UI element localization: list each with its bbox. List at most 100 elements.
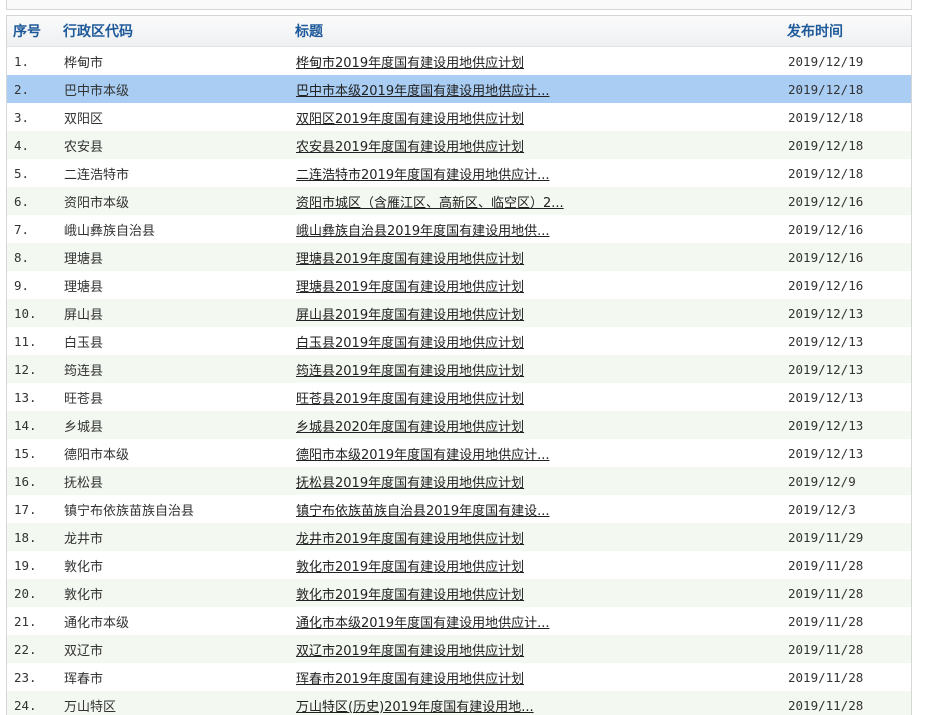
table-row[interactable]: 9. 理塘县 理塘县2019年度国有建设用地供应计划 2019/12/16 bbox=[7, 271, 911, 299]
row-date: 2019/12/18 bbox=[788, 165, 864, 181]
row-region: 敦化市 bbox=[64, 559, 104, 575]
table-row[interactable]: 19. 敦化市 敦化市2019年度国有建设用地供应计划 2019/11/28 bbox=[7, 551, 911, 579]
column-header-index[interactable]: 序号 bbox=[7, 21, 57, 41]
row-region: 通化市本级 bbox=[64, 615, 130, 631]
table-row[interactable]: 15. 德阳市本级 德阳市本级2019年度国有建设用地供应计... 2019/12/1… bbox=[7, 439, 911, 467]
row-title-link[interactable]: 万山特区(历史)2019年度国有建设用地... bbox=[296, 700, 534, 715]
table-row[interactable]: 17. 镇宁布依族苗族自治县 镇宁布依族苗族自治县2019年度国有建设... 2019… bbox=[7, 495, 911, 523]
row-region: 资阳市本级 bbox=[64, 195, 130, 211]
row-index: 10. bbox=[14, 305, 37, 321]
row-title-link[interactable]: 桦甸市2019年度国有建设用地供应计划 bbox=[296, 56, 524, 71]
row-title-link[interactable]: 敦化市2019年度国有建设用地供应计划 bbox=[296, 560, 524, 575]
row-title-link[interactable]: 筠连县2019年度国有建设用地供应计划 bbox=[296, 364, 524, 379]
row-region: 理塘县 bbox=[64, 279, 104, 295]
row-index: 6. bbox=[14, 193, 30, 209]
table-row[interactable]: 6. 资阳市本级 资阳市城区（含雁江区、高新区、临空区）2... 2019/12/16 bbox=[7, 187, 911, 215]
row-date: 2019/11/28 bbox=[788, 669, 864, 685]
table-row[interactable]: 23. 珲春市 珲春市2019年度国有建设用地供应计划 2019/11/28 bbox=[7, 663, 911, 691]
row-title-link[interactable]: 旺苍县2019年度国有建设用地供应计划 bbox=[296, 392, 524, 407]
row-title-link[interactable]: 白玉县2019年度国有建设用地供应计划 bbox=[296, 336, 524, 351]
row-title-cell: 双辽市2019年度国有建设用地供应计划 bbox=[289, 640, 781, 659]
row-title-link[interactable]: 巴中市本级2019年度国有建设用地供应计... bbox=[296, 84, 549, 99]
row-index: 3. bbox=[14, 109, 30, 125]
row-index: 9. bbox=[14, 277, 30, 293]
table-row[interactable]: 22. 双辽市 双辽市2019年度国有建设用地供应计划 2019/11/28 bbox=[7, 635, 911, 663]
row-index: 14. bbox=[14, 417, 37, 433]
column-header-title[interactable]: 标题 bbox=[289, 21, 781, 41]
table-row[interactable]: 20. 敦化市 敦化市2019年度国有建设用地供应计划 2019/11/28 bbox=[7, 579, 911, 607]
row-title-link[interactable]: 抚松县2019年度国有建设用地供应计划 bbox=[296, 476, 524, 491]
row-date: 2019/12/16 bbox=[788, 277, 864, 293]
row-date: 2019/12/18 bbox=[788, 109, 864, 125]
row-index: 24. bbox=[14, 697, 37, 713]
table-row[interactable]: 4. 农安县 农安县2019年度国有建设用地供应计划 2019/12/18 bbox=[7, 131, 911, 159]
row-title-link[interactable]: 双阳区2019年度国有建设用地供应计划 bbox=[296, 112, 524, 127]
column-header-region[interactable]: 行政区代码 bbox=[57, 21, 289, 41]
table-row[interactable]: 14. 乡城县 乡城县2020年度国有建设用地供应计划 2019/12/13 bbox=[7, 411, 911, 439]
column-header-date[interactable]: 发布时间 bbox=[781, 21, 911, 41]
row-title-cell: 乡城县2020年度国有建设用地供应计划 bbox=[289, 416, 781, 435]
row-title-link[interactable]: 屏山县2019年度国有建设用地供应计划 bbox=[296, 308, 524, 323]
table-row[interactable]: 18. 龙井市 龙井市2019年度国有建设用地供应计划 2019/11/29 bbox=[7, 523, 911, 551]
table-row[interactable]: 7. 峨山彝族自治县 峨山彝族自治县2019年度国有建设用地供... 2019/12/… bbox=[7, 215, 911, 243]
row-date: 2019/12/9 bbox=[788, 473, 856, 489]
row-index: 7. bbox=[14, 221, 30, 237]
table-row[interactable]: 1. 桦甸市 桦甸市2019年度国有建设用地供应计划 2019/12/19 bbox=[7, 47, 911, 75]
row-index: 13. bbox=[14, 389, 37, 405]
row-title-cell: 双阳区2019年度国有建设用地供应计划 bbox=[289, 108, 781, 127]
row-index: 23. bbox=[14, 669, 37, 685]
row-region: 抚松县 bbox=[64, 475, 104, 491]
row-date: 2019/12/18 bbox=[788, 81, 864, 97]
row-title-link[interactable]: 双辽市2019年度国有建设用地供应计划 bbox=[296, 644, 524, 659]
table-row[interactable]: 21. 通化市本级 通化市本级2019年度国有建设用地供应计... 2019/11/2… bbox=[7, 607, 911, 635]
row-index: 1. bbox=[14, 53, 30, 69]
row-index: 18. bbox=[14, 529, 37, 545]
row-region: 敦化市 bbox=[64, 587, 104, 603]
row-region: 屏山县 bbox=[64, 307, 104, 323]
row-title-link[interactable]: 农安县2019年度国有建设用地供应计划 bbox=[296, 140, 524, 155]
row-region: 万山特区 bbox=[64, 699, 117, 715]
row-title-link[interactable]: 峨山彝族自治县2019年度国有建设用地供... bbox=[296, 224, 549, 239]
row-title-cell: 二连浩特市2019年度国有建设用地供应计... bbox=[289, 164, 781, 183]
row-title-cell: 桦甸市2019年度国有建设用地供应计划 bbox=[289, 52, 781, 71]
row-date: 2019/12/13 bbox=[788, 445, 864, 461]
row-title-link[interactable]: 二连浩特市2019年度国有建设用地供应计... bbox=[296, 168, 549, 183]
row-title-link[interactable]: 乡城县2020年度国有建设用地供应计划 bbox=[296, 420, 524, 435]
row-title-cell: 理塘县2019年度国有建设用地供应计划 bbox=[289, 276, 781, 295]
row-region: 镇宁布依族苗族自治县 bbox=[64, 503, 195, 519]
row-title-cell: 理塘县2019年度国有建设用地供应计划 bbox=[289, 248, 781, 267]
row-title-link[interactable]: 理塘县2019年度国有建设用地供应计划 bbox=[296, 280, 524, 295]
table-row[interactable]: 5. 二连浩特市 二连浩特市2019年度国有建设用地供应计... 2019/12/18 bbox=[7, 159, 911, 187]
row-index: 15. bbox=[14, 445, 37, 461]
row-region: 巴中市本级 bbox=[64, 83, 130, 99]
table-row[interactable]: 13. 旺苍县 旺苍县2019年度国有建设用地供应计划 2019/12/13 bbox=[7, 383, 911, 411]
row-title-link[interactable]: 珲春市2019年度国有建设用地供应计划 bbox=[296, 672, 524, 687]
table-row[interactable]: 11. 白玉县 白玉县2019年度国有建设用地供应计划 2019/12/13 bbox=[7, 327, 911, 355]
row-title-link[interactable]: 德阳市本级2019年度国有建设用地供应计... bbox=[296, 448, 549, 463]
row-region: 理塘县 bbox=[64, 251, 104, 267]
row-date: 2019/12/13 bbox=[788, 305, 864, 321]
row-region: 龙井市 bbox=[64, 531, 104, 547]
row-title-link[interactable]: 敦化市2019年度国有建设用地供应计划 bbox=[296, 588, 524, 603]
row-title-cell: 通化市本级2019年度国有建设用地供应计... bbox=[289, 612, 781, 631]
table-row[interactable]: 24. 万山特区 万山特区(历史)2019年度国有建设用地... 2019/11/28 bbox=[7, 691, 911, 715]
row-title-link[interactable]: 理塘县2019年度国有建设用地供应计划 bbox=[296, 252, 524, 267]
row-index: 16. bbox=[14, 473, 37, 489]
table-row[interactable]: 10. 屏山县 屏山县2019年度国有建设用地供应计划 2019/12/13 bbox=[7, 299, 911, 327]
row-title-link[interactable]: 通化市本级2019年度国有建设用地供应计... bbox=[296, 616, 549, 631]
table-row[interactable]: 12. 筠连县 筠连县2019年度国有建设用地供应计划 2019/12/13 bbox=[7, 355, 911, 383]
table-row[interactable]: 8. 理塘县 理塘县2019年度国有建设用地供应计划 2019/12/16 bbox=[7, 243, 911, 271]
top-panel bbox=[6, 0, 912, 10]
row-title-link[interactable]: 镇宁布依族苗族自治县2019年度国有建设... bbox=[296, 504, 549, 519]
row-title-link[interactable]: 龙井市2019年度国有建设用地供应计划 bbox=[296, 532, 524, 547]
table-row[interactable]: 2. 巴中市本级 巴中市本级2019年度国有建设用地供应计... 2019/12/18 bbox=[7, 75, 911, 103]
table-row[interactable]: 3. 双阳区 双阳区2019年度国有建设用地供应计划 2019/12/18 bbox=[7, 103, 911, 131]
table-row[interactable]: 16. 抚松县 抚松县2019年度国有建设用地供应计划 2019/12/9 bbox=[7, 467, 911, 495]
row-index: 5. bbox=[14, 165, 30, 181]
row-title-cell: 龙井市2019年度国有建设用地供应计划 bbox=[289, 528, 781, 547]
table-header: 序号 行政区代码 标题 发布时间 bbox=[7, 16, 911, 47]
row-date: 2019/12/18 bbox=[788, 137, 864, 153]
row-date: 2019/11/29 bbox=[788, 529, 864, 545]
row-region: 旺苍县 bbox=[64, 391, 104, 407]
row-title-link[interactable]: 资阳市城区（含雁江区、高新区、临空区）2... bbox=[296, 196, 564, 211]
